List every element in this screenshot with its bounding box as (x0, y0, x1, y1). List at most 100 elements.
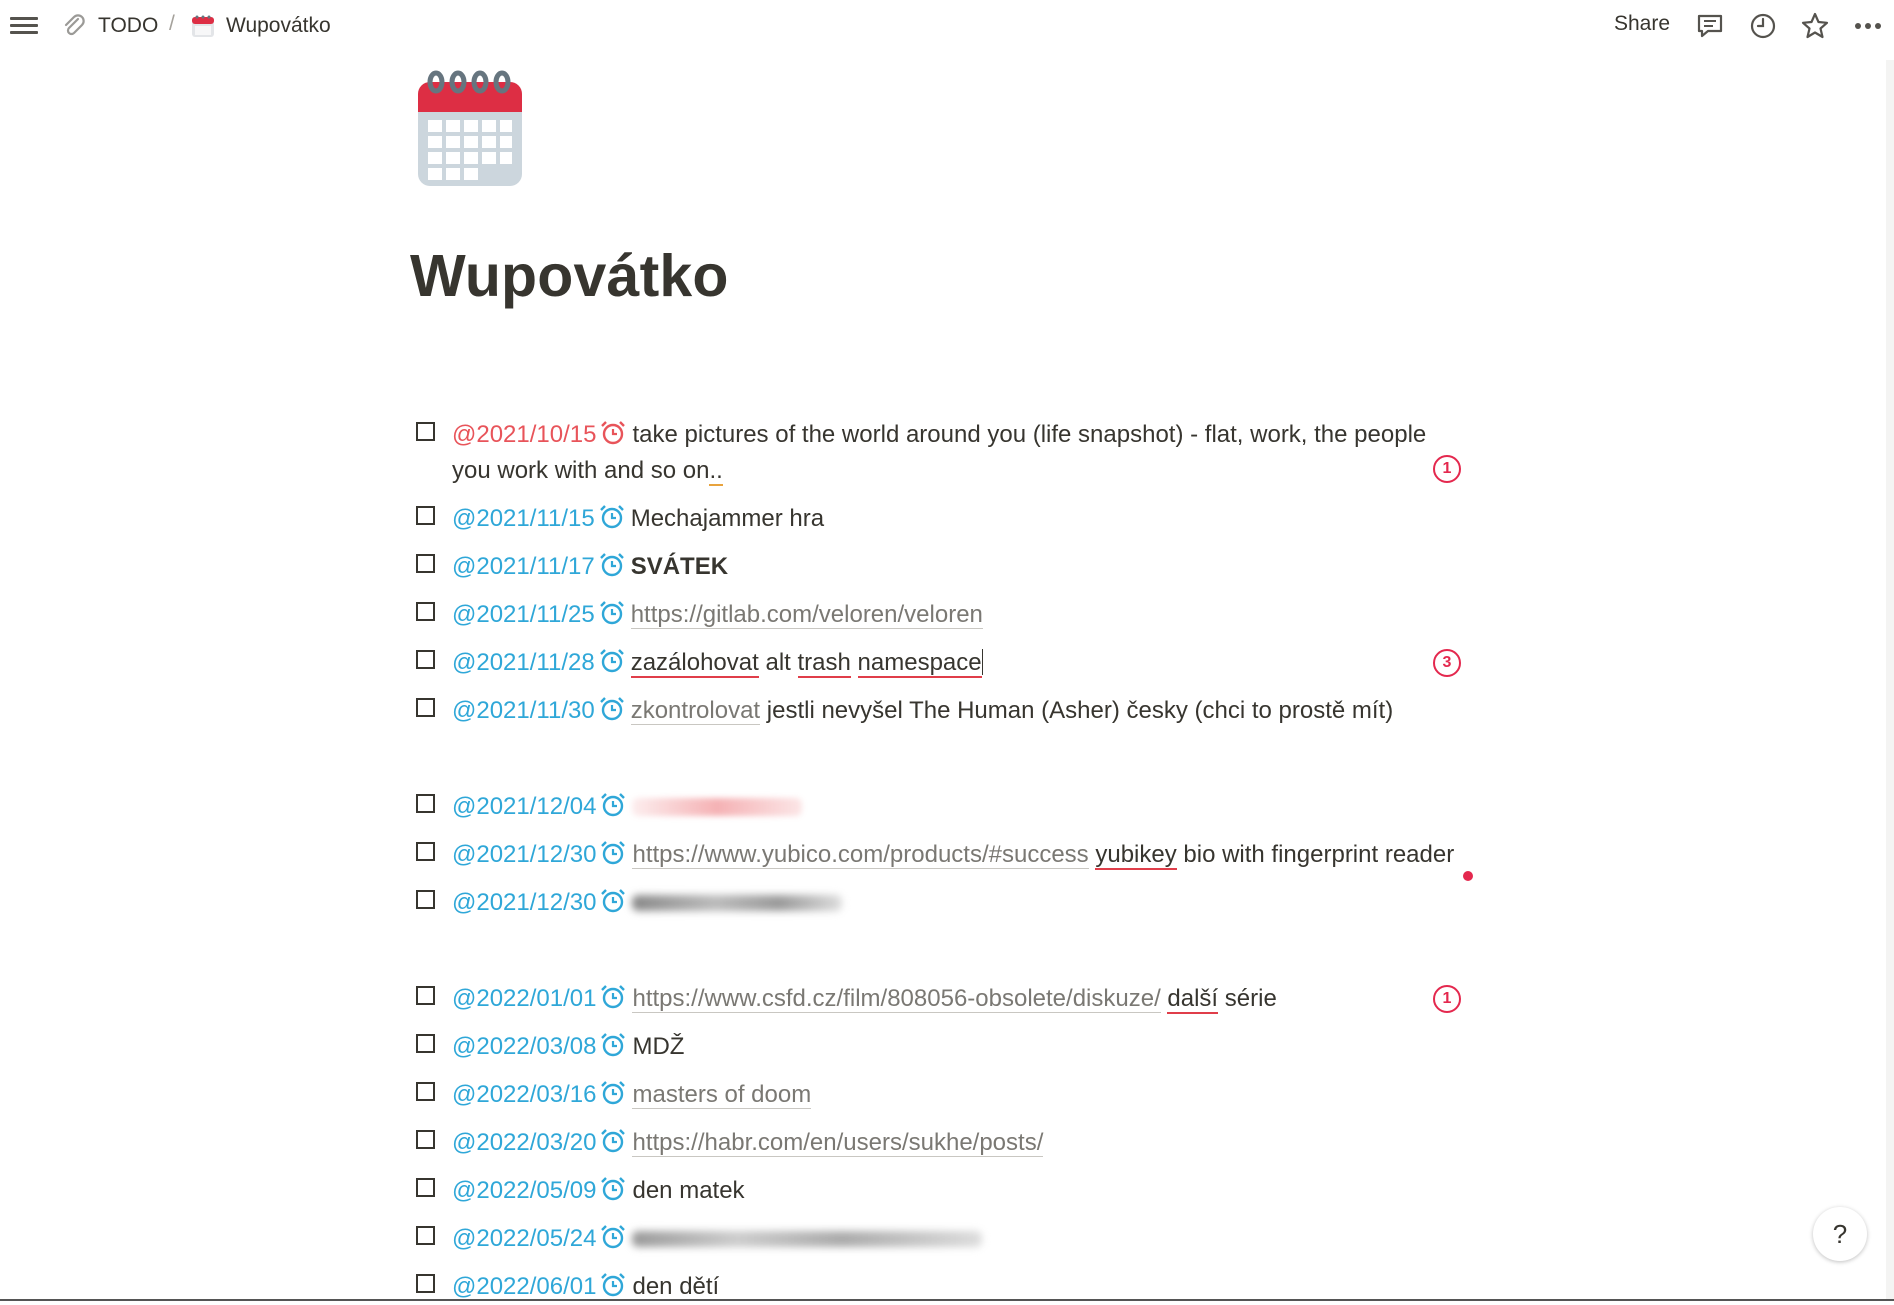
alarm-clock-icon (599, 697, 624, 721)
todo-text-misspelled[interactable]: trash (797, 649, 851, 678)
todo-text[interactable]: you work with and so on (452, 457, 709, 484)
todo-checkbox[interactable] (416, 1034, 435, 1053)
todo-item: @2021/10/15 take pictures of the world ar… (416, 417, 1426, 489)
todo-link[interactable]: zkontrolovat (630, 697, 761, 725)
reminder-date[interactable]: @2022/05/09 (452, 1177, 596, 1204)
todo-text-grammar-flag[interactable]: .. (709, 457, 723, 486)
todo-text-misspelled[interactable]: zazálohovat (630, 649, 759, 678)
sidebar-toggle-icon[interactable] (10, 13, 38, 39)
reminder-date[interactable]: @2021/11/17 (452, 553, 595, 580)
reminder-date[interactable]: @2021/10/15 (452, 421, 596, 448)
alarm-clock-icon (601, 985, 626, 1009)
todo-item: @2022/03/08 MDŽ (416, 1029, 684, 1065)
todo-link[interactable]: https://gitlab.com/veloren/veloren (630, 601, 983, 629)
text-caret (981, 649, 983, 675)
reminder-date[interactable]: @2021/12/04 (452, 793, 596, 820)
reminder-date[interactable]: @2022/03/16 (452, 1081, 596, 1108)
todo-link[interactable]: https://www.yubico.com/products/#success (632, 841, 1089, 869)
reminder-date[interactable]: @2021/12/30 (452, 841, 596, 868)
breadcrumb-label: Wupovátko (226, 14, 331, 37)
page-title[interactable]: Wupovátko (410, 242, 729, 310)
reminder-date[interactable]: @2021/11/15 (452, 505, 595, 532)
todo-link[interactable]: https://www.csfd.cz/film/808056-obsolete… (632, 985, 1161, 1013)
more-icon[interactable] (1852, 10, 1884, 42)
breadcrumb-separator: / (169, 12, 175, 35)
redacted-text (632, 1231, 983, 1247)
todo-text[interactable]: den matek (632, 1177, 744, 1204)
todo-link[interactable]: https://habr.com/en/users/sukhe/posts/ (632, 1129, 1044, 1157)
todo-checkbox[interactable] (416, 506, 435, 525)
alarm-clock-icon (601, 1273, 626, 1297)
todo-text-misspelled[interactable]: namespace (857, 649, 982, 678)
reminder-date[interactable]: @2022/03/20 (452, 1129, 596, 1156)
alarm-clock-icon (601, 1177, 626, 1201)
breadcrumb-label: TODO (98, 14, 159, 37)
share-button[interactable]: Share (1614, 12, 1670, 36)
todo-checkbox[interactable] (416, 602, 435, 621)
todo-text[interactable]: den dětí (632, 1273, 719, 1300)
scrollbar[interactable] (1886, 60, 1894, 1301)
todo-checkbox[interactable] (416, 890, 435, 909)
breadcrumb-item-current[interactable]: Wupovátko (190, 10, 331, 42)
reminder-date[interactable]: @2021/11/25 (452, 601, 595, 628)
todo-checkbox[interactable] (416, 986, 435, 1005)
reminder-date[interactable]: @2021/11/28 (452, 649, 595, 676)
comment-count-badge[interactable]: 1 (1433, 455, 1461, 483)
todo-checkbox[interactable] (416, 794, 435, 813)
reminder-date[interactable]: @2022/06/01 (452, 1273, 596, 1300)
todo-checkbox[interactable] (416, 1082, 435, 1101)
todo-text-misspelled[interactable]: yubikey (1095, 841, 1177, 870)
alarm-clock-icon (601, 1033, 626, 1057)
comment-icon[interactable] (1694, 10, 1726, 42)
alarm-clock-icon (599, 649, 624, 673)
redacted-text (632, 798, 803, 816)
help-button[interactable]: ? (1813, 1207, 1867, 1261)
alarm-clock-icon (599, 505, 624, 529)
history-icon[interactable] (1747, 10, 1779, 42)
alarm-clock-icon (601, 1081, 626, 1105)
reminder-date[interactable]: @2022/01/01 (452, 985, 596, 1012)
todo-checkbox[interactable] (416, 1130, 435, 1149)
todo-item: @2022/03/16 masters of doom (416, 1077, 812, 1113)
todo-item: @2022/05/24 (416, 1221, 983, 1257)
todo-text[interactable]: MDŽ (632, 1033, 684, 1060)
todo-checkbox[interactable] (416, 698, 435, 717)
todo-text-misspelled[interactable]: další (1167, 985, 1219, 1014)
todo-text[interactable]: take pictures of the world around you (l… (632, 421, 1426, 448)
reminder-date[interactable]: @2022/05/24 (452, 1225, 596, 1252)
todo-item: @2021/11/15 Mechajammer hra (416, 501, 824, 537)
todo-item: @2022/01/01 https://www.csfd.cz/film/8080… (416, 981, 1277, 1017)
reminder-date[interactable]: @2021/11/30 (452, 697, 595, 724)
todo-item: @2021/11/30 zkontrolovat jestli nevyšel T… (416, 693, 1393, 729)
alarm-clock-icon (599, 553, 624, 577)
todo-checkbox[interactable] (416, 554, 435, 573)
todo-checkbox[interactable] (416, 842, 435, 861)
todo-text[interactable]: série (1225, 985, 1277, 1012)
alarm-clock-icon (601, 1225, 626, 1249)
reminder-date[interactable]: @2022/03/08 (452, 1033, 596, 1060)
breadcrumb-item-todo[interactable]: TODO (60, 10, 158, 42)
alarm-clock-icon (601, 889, 626, 913)
todo-checkbox[interactable] (416, 1178, 435, 1197)
todo-checkbox[interactable] (416, 1274, 435, 1293)
todo-checkbox[interactable] (416, 422, 435, 441)
todo-item: @2021/12/04 (416, 789, 803, 825)
reminder-date[interactable]: @2021/12/30 (452, 889, 596, 916)
alarm-clock-icon (601, 421, 626, 445)
page-calendar-icon[interactable] (414, 70, 526, 190)
todo-text[interactable]: jestli nevyšel The Human (Asher) česky (… (767, 697, 1393, 724)
calendar-icon (192, 15, 214, 37)
todo-text[interactable]: alt (765, 649, 790, 676)
todo-item: @2022/05/09 den matek (416, 1173, 745, 1209)
todo-text[interactable]: Mechajammer hra (631, 505, 824, 532)
comment-count-badge[interactable]: 1 (1433, 985, 1461, 1013)
redacted-text (632, 895, 843, 911)
todo-text[interactable]: SVÁTEK (631, 553, 728, 580)
todo-text[interactable]: bio with fingerprint reader (1183, 841, 1454, 868)
todo-link[interactable]: masters of doom (632, 1081, 812, 1109)
comment-count-badge[interactable]: 3 (1433, 649, 1461, 677)
star-icon[interactable] (1799, 10, 1831, 42)
todo-checkbox[interactable] (416, 650, 435, 669)
todo-checkbox[interactable] (416, 1226, 435, 1245)
alarm-clock-icon (601, 793, 626, 817)
